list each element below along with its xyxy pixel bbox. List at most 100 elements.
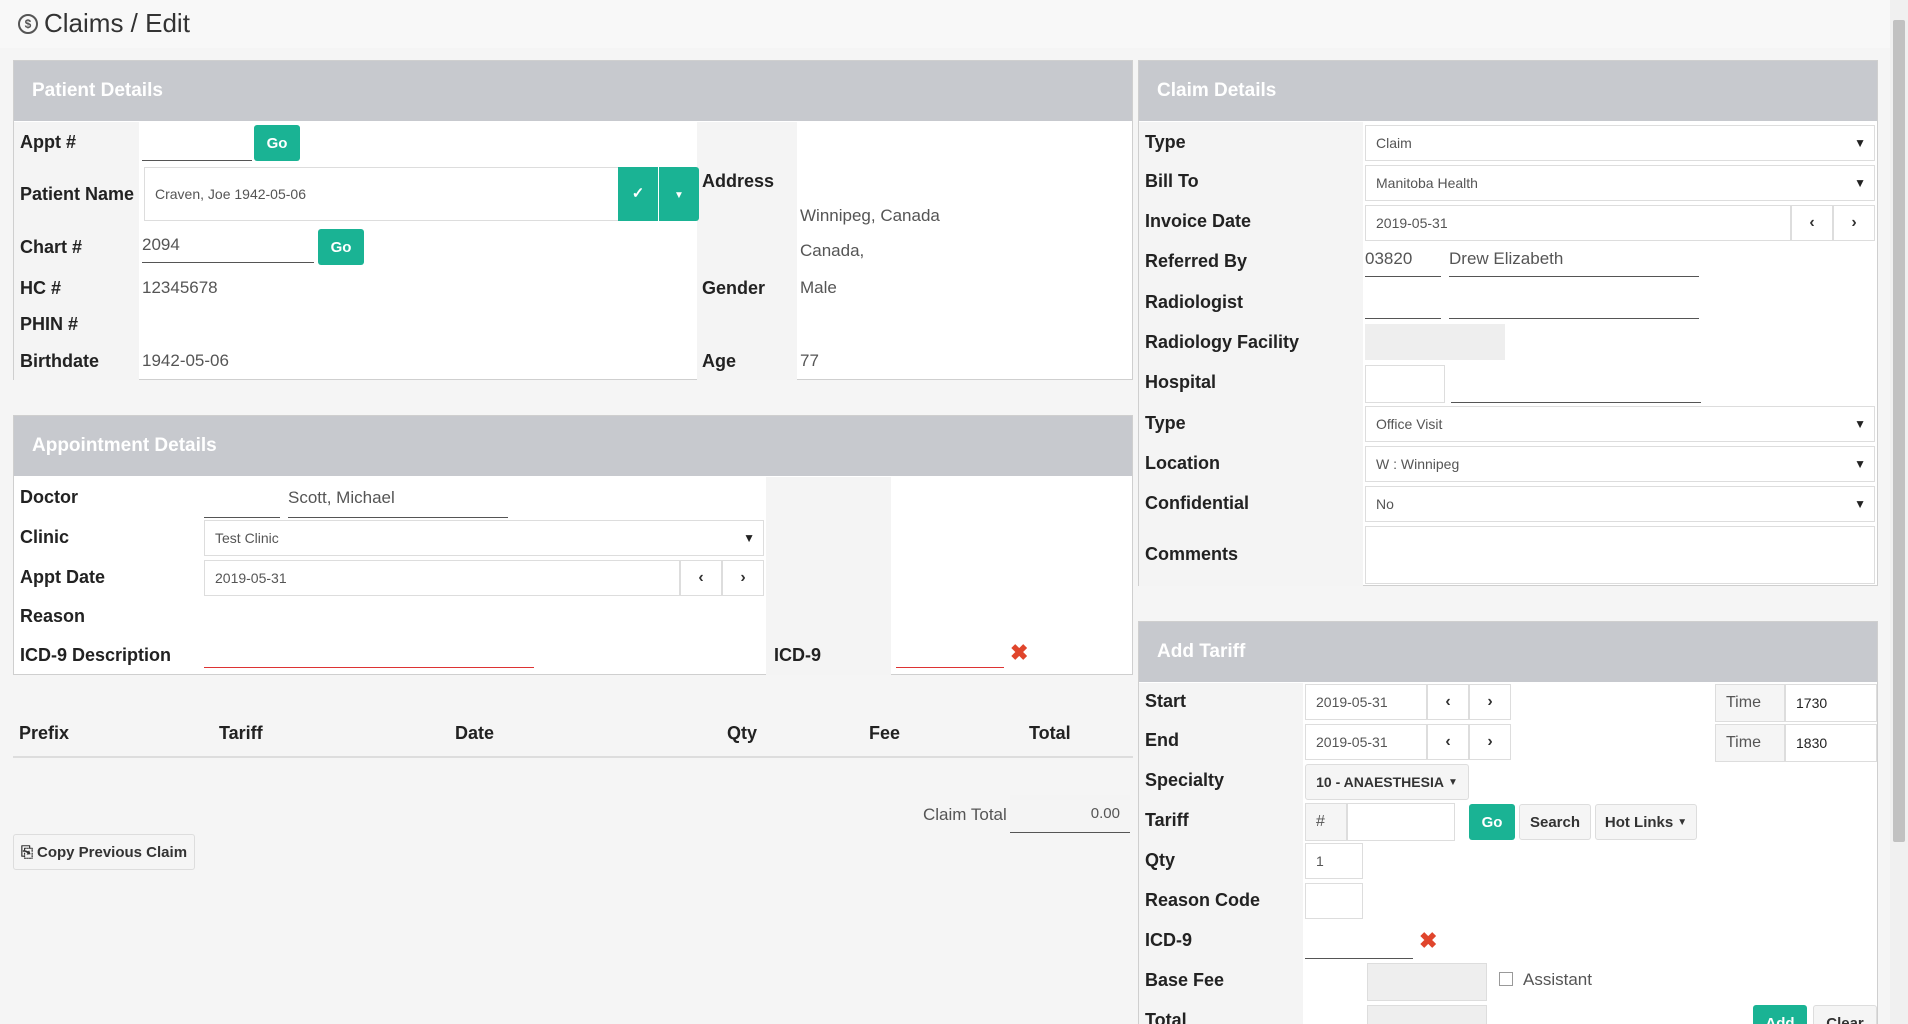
gender-value: Male — [800, 278, 837, 297]
doctor-name-input[interactable]: Scott, Michael — [288, 486, 508, 518]
qty-input[interactable]: 1 — [1305, 843, 1363, 879]
invoice-date-prev-button[interactable]: ‹ — [1791, 205, 1833, 241]
tariff-go-button[interactable]: Go — [1469, 804, 1515, 840]
tariff-search-button[interactable]: Search — [1519, 804, 1591, 840]
assistant-label: Assistant — [1523, 970, 1592, 989]
hot-links-dropdown[interactable]: Hot Links ▼ — [1595, 804, 1697, 840]
chevron-right-icon: › — [1487, 693, 1493, 710]
patient-dropdown-button[interactable]: ▼ — [659, 167, 699, 221]
dropdown-caret-icon: ▼ — [1854, 457, 1866, 471]
specialty-dropdown[interactable]: 10 - ANAESTHESIA ▼ — [1305, 764, 1469, 800]
birthdate-value: 1942-05-06 — [142, 351, 229, 370]
referred-by-name-value: Drew Elizabeth — [1449, 249, 1564, 268]
appt-date-prev-button[interactable]: ‹ — [680, 560, 722, 596]
clear-icd9-icon[interactable]: ✖ — [1010, 640, 1028, 666]
copy-icon: ⎘ — [20, 843, 33, 861]
hospital-name-input[interactable] — [1451, 371, 1701, 403]
icd9-label: ICD-9 — [774, 645, 822, 665]
reason-label: Reason — [20, 606, 86, 626]
chart-number-input[interactable]: 2094 — [142, 231, 314, 263]
age-label: Age — [702, 351, 737, 371]
tariff-icd9-input[interactable] — [1305, 923, 1413, 959]
start-date-prev-button[interactable]: ‹ — [1427, 684, 1469, 720]
comments-label: Comments — [1145, 544, 1239, 564]
column-header-date: Date — [455, 723, 495, 743]
patient-name-input[interactable]: Craven, Joe 1942-05-06 — [144, 167, 619, 221]
gender-label: Gender — [702, 278, 766, 298]
referred-by-name-input[interactable]: Drew Elizabeth — [1449, 245, 1699, 277]
end-date-prev-button[interactable]: ‹ — [1427, 724, 1469, 760]
caret-down-icon: ▼ — [1677, 816, 1688, 828]
patient-confirm-button[interactable]: ✓ — [618, 167, 658, 221]
chevron-down-icon: ▼ — [674, 190, 684, 201]
invoice-date-next-button[interactable]: › — [1833, 205, 1875, 241]
patient-details-panel: Patient Details Appt # Go Patient Name C… — [13, 60, 1133, 380]
base-fee-input — [1367, 963, 1487, 1001]
claim-lines-table: Prefix Tariff Date Qty Fee Total — [13, 708, 1133, 758]
location-select[interactable]: W : Winnipeg ▼ — [1365, 446, 1875, 482]
claim-type-value: Claim — [1376, 135, 1412, 151]
comments-textarea[interactable] — [1365, 526, 1875, 584]
total-input — [1367, 1005, 1487, 1024]
chevron-left-icon: ‹ — [698, 569, 704, 586]
tariff-code-input[interactable] — [1347, 803, 1455, 841]
claim-type-select[interactable]: Claim ▼ — [1365, 125, 1875, 161]
clinic-value: Test Clinic — [215, 530, 279, 546]
start-time-value: 1730 — [1796, 695, 1828, 711]
scrollbar-thumb[interactable] — [1893, 20, 1905, 842]
radiologist-code-input[interactable] — [1365, 287, 1441, 319]
doctor-label: Doctor — [20, 487, 78, 507]
add-tariff-button[interactable]: Add — [1753, 1005, 1807, 1024]
invoice-date-input[interactable]: 2019-05-31 — [1365, 205, 1791, 241]
visit-type-select[interactable]: Office Visit ▼ — [1365, 406, 1875, 442]
page-title-text: Claims / Edit — [44, 8, 190, 38]
appt-date-next-button[interactable]: › — [722, 560, 764, 596]
doctor-code-input[interactable] — [204, 486, 280, 518]
clear-tariff-icd9-icon[interactable]: ✖ — [1419, 928, 1437, 954]
appt-date-input[interactable]: 2019-05-31 — [204, 560, 680, 596]
icd9-description-input[interactable] — [204, 636, 534, 668]
referred-by-code-value: 03820 — [1365, 249, 1413, 268]
bill-to-select[interactable]: Manitoba Health ▼ — [1365, 165, 1875, 201]
dropdown-caret-icon: ▼ — [1854, 176, 1866, 190]
phin-label: PHIN # — [20, 314, 79, 334]
chart-go-button[interactable]: Go — [318, 229, 364, 265]
add-tariff-panel: Add Tariff Start 2019-05-31 ‹ › Time 173… — [1138, 621, 1878, 1024]
radiology-facility-input[interactable] — [1365, 324, 1505, 360]
end-label: End — [1145, 730, 1179, 750]
dropdown-caret-icon: ▼ — [743, 531, 755, 545]
confidential-label: Confidential — [1145, 493, 1249, 513]
end-time-input[interactable]: 1830 — [1785, 724, 1877, 762]
copy-previous-claim-button[interactable]: ⎘ Copy Previous Claim — [13, 834, 195, 870]
hot-links-label: Hot Links — [1604, 813, 1674, 831]
appt-number-input[interactable] — [142, 133, 252, 161]
start-date-next-button[interactable]: › — [1469, 684, 1511, 720]
birthdate-label: Birthdate — [20, 351, 100, 371]
reason-code-label: Reason Code — [1145, 890, 1261, 910]
referred-by-code-input[interactable]: 03820 — [1365, 245, 1441, 277]
reason-code-input[interactable] — [1305, 883, 1363, 919]
end-date-next-button[interactable]: › — [1469, 724, 1511, 760]
radiology-facility-label: Radiology Facility — [1145, 332, 1300, 352]
specialty-value: 10 - ANAESTHESIA — [1316, 774, 1444, 790]
confidential-value: No — [1376, 496, 1394, 512]
clinic-select[interactable]: Test Clinic ▼ — [204, 520, 764, 556]
radiologist-name-input[interactable] — [1449, 287, 1699, 319]
chevron-right-icon: › — [1487, 733, 1493, 750]
assistant-checkbox[interactable] — [1499, 972, 1513, 986]
appt-date-label: Appt Date — [20, 567, 105, 587]
start-date-input[interactable]: 2019-05-31 — [1305, 684, 1427, 720]
end-date-input[interactable]: 2019-05-31 — [1305, 724, 1427, 760]
icd9-input[interactable] — [896, 636, 1004, 668]
confidential-select[interactable]: No ▼ — [1365, 486, 1875, 522]
start-time-label: Time — [1726, 694, 1761, 711]
hospital-code-input[interactable] — [1365, 365, 1445, 403]
referred-by-label: Referred By — [1145, 251, 1248, 271]
address-line-2: Canada, — [800, 241, 865, 260]
appt-go-button[interactable]: Go — [254, 125, 300, 161]
patient-name-label: Patient Name — [20, 184, 135, 204]
clear-tariff-button[interactable]: Clear — [1813, 1005, 1877, 1024]
claim-type-label: Type — [1145, 132, 1186, 152]
start-time-input[interactable]: 1730 — [1785, 684, 1877, 722]
age-value: 77 — [800, 351, 819, 370]
